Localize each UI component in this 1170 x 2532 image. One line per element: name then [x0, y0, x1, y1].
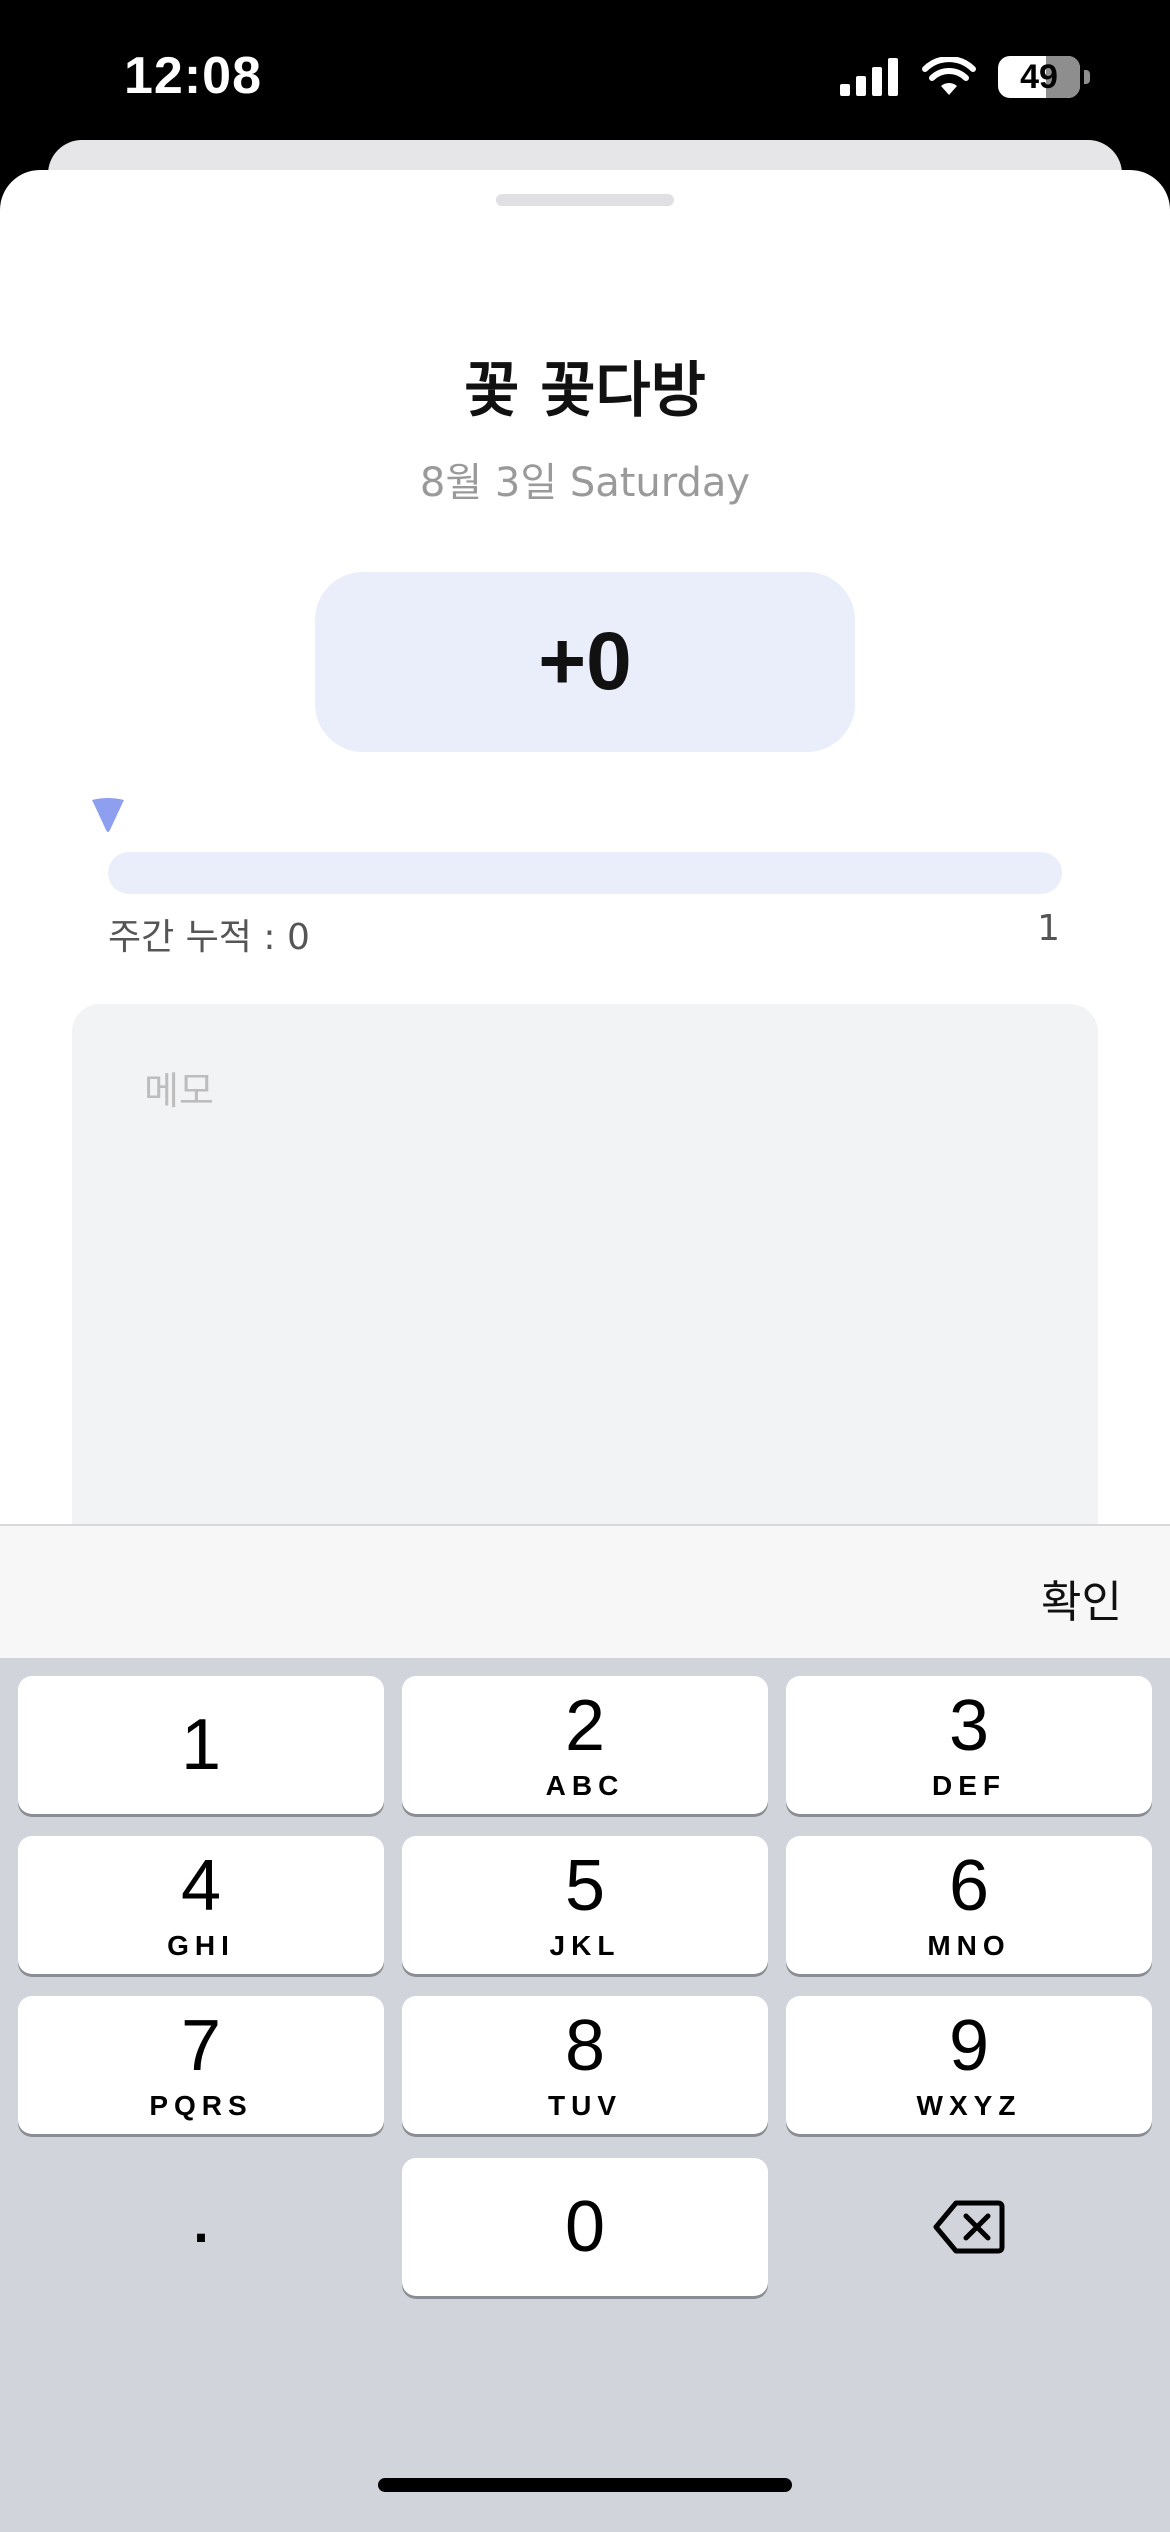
- key-2[interactable]: 2 ABC: [402, 1676, 768, 1814]
- entry-sheet: 꽃 꽃다방 8월 3일 Saturday +0 주간 누적 : 0 1: [0, 170, 1170, 1570]
- backspace-icon: [933, 2200, 1005, 2254]
- delete-key[interactable]: [786, 2158, 1152, 2296]
- progress-marker-icon: [92, 798, 124, 832]
- weekly-progress-bar: [108, 852, 1062, 894]
- wifi-icon: [922, 57, 976, 95]
- status-bar: 12:08 49: [0, 0, 1170, 150]
- key-8[interactable]: 8 TUV: [402, 1996, 768, 2134]
- key-5[interactable]: 5 JKL: [402, 1836, 768, 1974]
- key-decimal[interactable]: .: [18, 2158, 384, 2296]
- battery-cap: [1084, 70, 1090, 84]
- date-label: 8월 3일 Saturday: [419, 460, 751, 506]
- memo-input[interactable]: [72, 1004, 1098, 1570]
- status-time: 12:08: [124, 47, 262, 105]
- key-0[interactable]: 0: [402, 2158, 768, 2296]
- key-3[interactable]: 3 DEF: [786, 1676, 1152, 1814]
- key-4[interactable]: 4 GHI: [18, 1836, 384, 1974]
- numeric-keyboard: 1 2 ABC 3 DEF 4 GHI 5 JKL 6 MNO 7 PQRS 8…: [0, 1658, 1170, 2532]
- confirm-button[interactable]: 확인: [1041, 1566, 1122, 1630]
- sheet-grabber[interactable]: [496, 194, 674, 206]
- key-9[interactable]: 9 WXYZ: [786, 1996, 1152, 2134]
- home-indicator[interactable]: [378, 2478, 792, 2492]
- key-1[interactable]: 1: [18, 1676, 384, 1814]
- battery-icon: 49: [998, 56, 1080, 98]
- page-title: 꽃 꽃다방: [464, 356, 706, 426]
- status-icons: 49: [840, 52, 1090, 102]
- battery-level: 49: [1020, 57, 1058, 96]
- keyboard-accessory-bar: 확인: [0, 1524, 1170, 1658]
- weekly-goal-label: 1: [1037, 908, 1060, 949]
- weekly-total-label: 주간 누적 : 0: [108, 917, 310, 958]
- key-6[interactable]: 6 MNO: [786, 1836, 1152, 1974]
- value-text: +0: [538, 616, 632, 707]
- value-display[interactable]: +0: [315, 572, 855, 752]
- key-7[interactable]: 7 PQRS: [18, 1996, 384, 2134]
- cellular-signal-icon: [840, 58, 898, 96]
